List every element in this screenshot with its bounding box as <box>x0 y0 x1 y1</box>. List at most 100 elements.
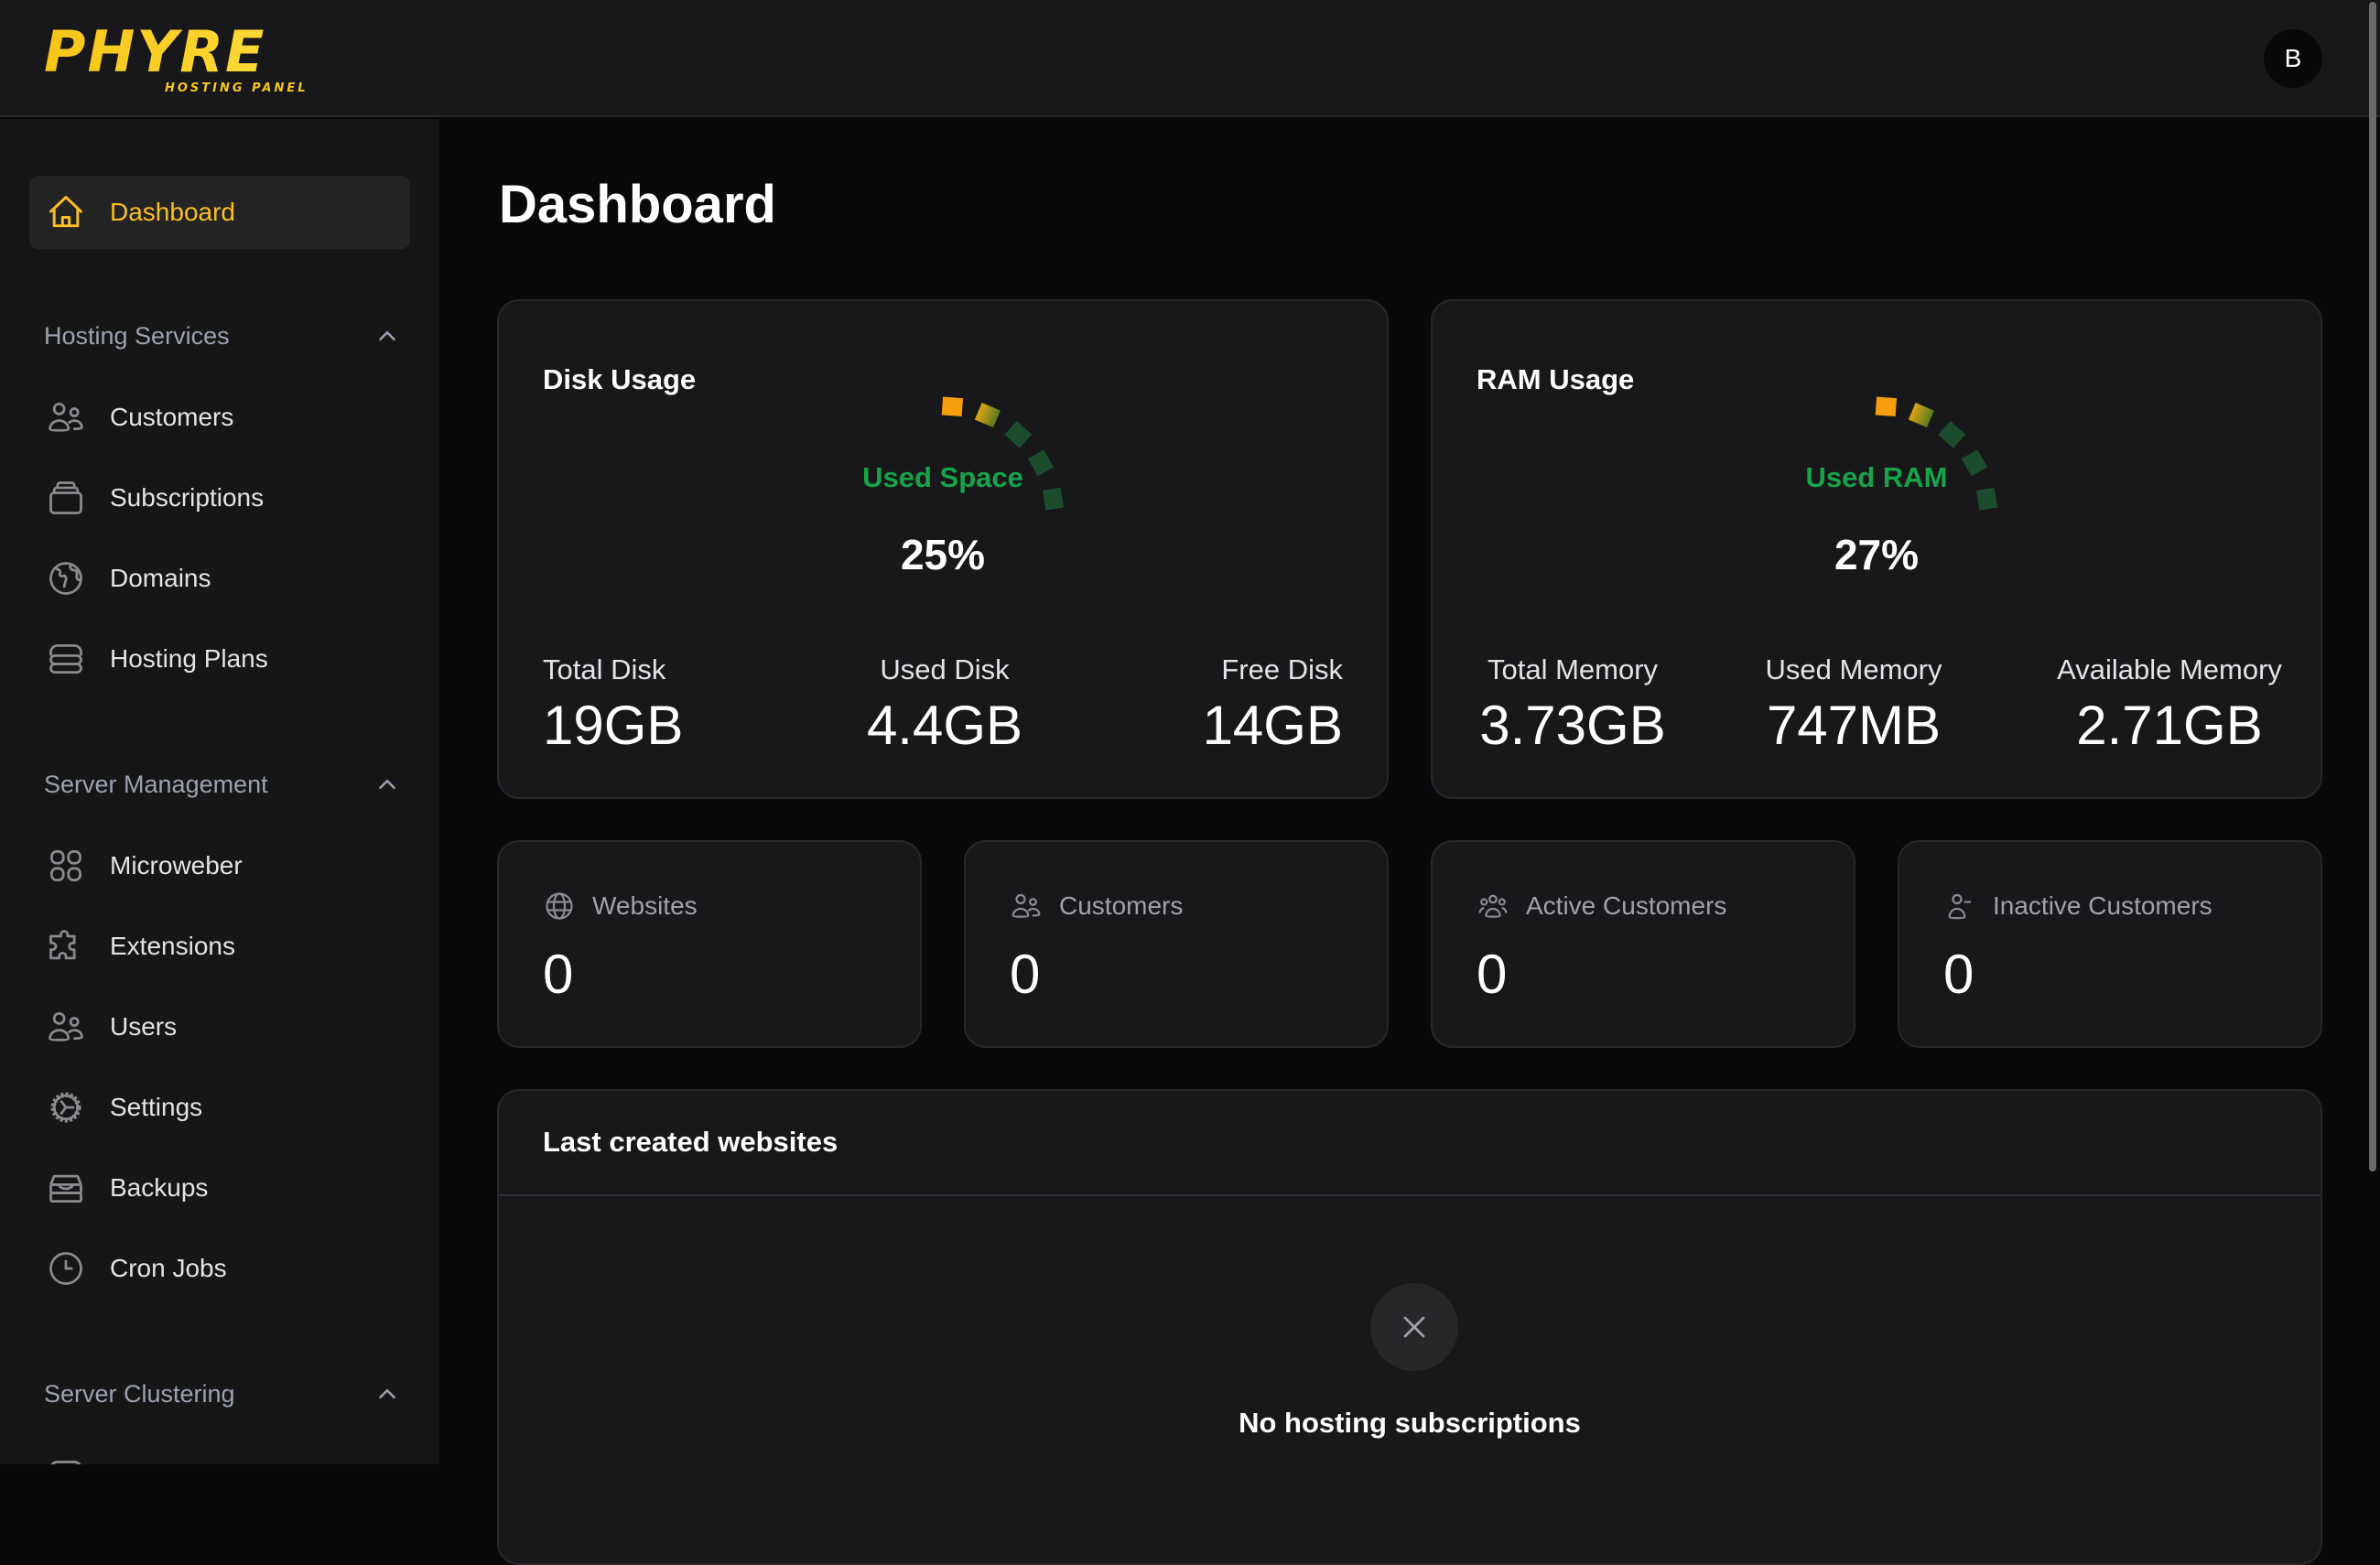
sidebar-item-hosting-plans[interactable]: Hosting Plans <box>0 631 439 686</box>
sidebar-item-label: Hosting Plans <box>110 644 268 673</box>
scrollbar-thumb[interactable] <box>2369 2 2376 1171</box>
stat-label: Available Memory <box>2057 653 2282 685</box>
sidebar-item-users[interactable]: Users <box>0 999 439 1054</box>
main-content: Dashboard Disk Usage Used Space 25% Tota… <box>439 119 2362 1565</box>
counter-label: Inactive Customers <box>1993 891 2212 920</box>
gauge-segment <box>1875 396 1898 417</box>
customers-counter-card: Customers 0 <box>964 840 1389 1048</box>
chevron-up-icon <box>379 779 395 789</box>
sidebar-item-label: Settings <box>110 1093 203 1121</box>
stat-free-disk: Free Disk 14GB <box>1203 653 1343 757</box>
logo-text: PHYRE <box>44 24 265 85</box>
stat-available-memory: Available Memory 2.71GB <box>2032 653 2307 757</box>
x-mark-icon <box>1370 1283 1458 1371</box>
counter-label: Active Customers <box>1526 891 1727 920</box>
sidebar-item-domains[interactable]: Domains <box>0 551 439 606</box>
ram-percent: 27% <box>1834 531 1920 578</box>
sidebar-item-label: Phyre Servers <box>110 1461 272 1464</box>
stat-label: Used Memory <box>1765 653 1942 685</box>
disk-gauge-label: Used Space <box>862 461 1023 493</box>
logo-subtext: HOSTING PANEL <box>165 81 308 95</box>
sidebar-item-dashboard[interactable]: Dashboard <box>0 185 439 240</box>
globe-icon <box>546 892 573 920</box>
gauge-segment <box>1004 421 1033 448</box>
user-avatar[interactable]: B <box>2264 29 2322 88</box>
grid-icon <box>46 846 86 886</box>
disk-percent: 25% <box>900 531 986 578</box>
stat-value: 4.4GB <box>866 695 1023 756</box>
counter-value: 0 <box>1010 944 1041 1005</box>
stat-value: 14GB <box>1202 695 1343 756</box>
page-scrollbar[interactable] <box>2369 0 2378 1464</box>
stat-label: Free Disk <box>1221 653 1343 685</box>
ram-usage-card: RAM Usage Used RAM 27% Total Memory 3.73… <box>1431 299 2322 799</box>
stat-used-disk: Used Disk 4.4GB <box>853 653 1036 757</box>
sidebar-group-hosting-services[interactable]: Hosting Services <box>44 313 401 359</box>
sidebar-item-label: Domains <box>110 564 211 592</box>
clock-icon <box>46 1248 86 1289</box>
inbox-stack-icon <box>46 1168 86 1208</box>
inactive-customers-counter-card: Inactive Customers 0 <box>1898 840 2322 1048</box>
user-group-icon <box>1478 894 1508 918</box>
stack-icon <box>46 478 86 518</box>
sidebar-item-settings[interactable]: Settings <box>0 1080 439 1135</box>
empty-state-text: No hosting subscriptions <box>1239 1407 1581 1439</box>
chevron-up-icon <box>379 330 395 340</box>
sidebar-group-label: Server Clustering <box>44 1379 235 1408</box>
sidebar-item-phyre-servers[interactable]: Phyre Servers <box>0 1448 439 1464</box>
users-icon <box>1012 893 1041 918</box>
sidebar-item-label: Backups <box>110 1173 209 1202</box>
sidebar-group-server-management[interactable]: Server Management <box>44 761 401 807</box>
sidebar-group-server-clustering[interactable]: Server Clustering <box>44 1371 401 1417</box>
server-icon <box>46 1455 86 1464</box>
gauge-segment <box>941 396 964 417</box>
stat-used-memory: Used Memory 747MB <box>1739 653 1968 757</box>
list-title: Last created websites <box>543 1126 838 1158</box>
gauge-segment <box>1938 421 1966 448</box>
stat-label: Total Disk <box>543 653 666 685</box>
counter-value: 0 <box>543 944 574 1005</box>
sidebar-item-label: Extensions <box>110 932 235 960</box>
sidebar-item-label: Customers <box>110 403 234 431</box>
last-created-websites-card: Last created websites No hosting subscri… <box>497 1089 2322 1565</box>
phyre-logo[interactable]: PHYRE HOSTING PANEL <box>44 24 319 97</box>
sidebar-item-subscriptions[interactable]: Subscriptions <box>0 470 439 525</box>
sidebar-item-label: Subscriptions <box>110 483 265 512</box>
sidebar-item-backups[interactable]: Backups <box>0 1160 439 1215</box>
stat-label: Used Disk <box>880 653 1010 685</box>
sidebar-item-microweber[interactable]: Microweber <box>0 838 439 893</box>
sidebar-item-label: Users <box>110 1012 178 1041</box>
sidebar-item-label: Dashboard <box>110 198 235 226</box>
disk-usage-card: Disk Usage Used Space 25% Total Disk 19G… <box>497 299 1389 799</box>
chevron-up-icon <box>379 1388 395 1398</box>
list-header: Last created websites <box>499 1091 2320 1196</box>
top-header: PHYRE HOSTING PANEL B <box>0 0 2380 117</box>
users-icon <box>46 397 86 437</box>
counter-label: Customers <box>1059 891 1184 920</box>
sidebar-item-extensions[interactable]: Extensions <box>0 919 439 974</box>
sidebar-item-label: Microweber <box>110 851 243 880</box>
sidebar-item-customers[interactable]: Customers <box>0 390 439 445</box>
counter-label: Websites <box>592 891 698 920</box>
home-icon <box>46 192 86 232</box>
counter-value: 0 <box>1477 944 1508 1005</box>
websites-counter-card: Websites 0 <box>497 840 922 1048</box>
stat-total-disk: Total Disk 19GB <box>543 653 683 757</box>
globe-icon <box>46 558 86 599</box>
users-icon <box>46 1007 86 1047</box>
stat-value: 747MB <box>1766 695 1942 756</box>
server-icon <box>46 639 86 679</box>
sidebar: Dashboard Hosting Services Customers Sub… <box>0 119 439 1464</box>
gear-icon <box>46 1087 86 1128</box>
sidebar-item-cron-jobs[interactable]: Cron Jobs <box>0 1241 439 1296</box>
ram-gauge-label: Used RAM <box>1805 461 1948 493</box>
stat-value: 19GB <box>543 695 684 756</box>
stat-value: 3.73GB <box>1479 695 1666 756</box>
page-title: Dashboard <box>499 175 776 234</box>
gauge-segment <box>974 403 1001 428</box>
gauge-segment <box>1908 403 1934 428</box>
sidebar-group-label: Server Management <box>44 770 268 798</box>
user-minus-icon <box>1948 893 1971 920</box>
stat-total-memory: Total Memory 3.73GB <box>1458 653 1687 757</box>
counter-value: 0 <box>1943 944 1974 1005</box>
